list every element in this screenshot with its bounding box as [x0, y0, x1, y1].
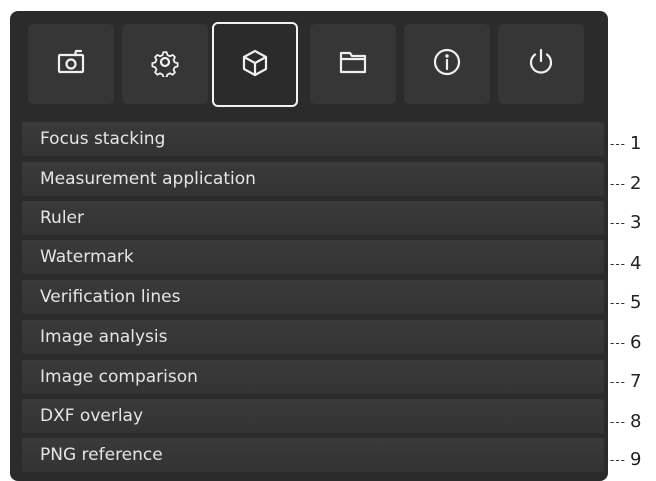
cube-icon: [240, 48, 270, 82]
menu-item-dxf-overlay[interactable]: DXF overlay: [22, 399, 604, 433]
menu-item-watermark[interactable]: Watermark: [22, 240, 604, 274]
callout-5: --- 5: [610, 292, 642, 313]
menu-item-image-comparison[interactable]: Image comparison: [22, 360, 604, 394]
callout-6: --- 6: [610, 332, 642, 353]
folder-icon: [338, 47, 368, 81]
callout-9: --- 9: [610, 449, 642, 470]
files-button[interactable]: [310, 24, 396, 104]
menu-item-verification-lines[interactable]: Verification lines: [22, 280, 604, 314]
settings-button[interactable]: [122, 24, 208, 104]
info-icon: [432, 47, 462, 81]
tools-button[interactable]: [212, 22, 298, 107]
menu-item-measurement-application[interactable]: Measurement application: [22, 162, 604, 196]
camera-icon: [56, 47, 86, 81]
power-icon: [526, 47, 556, 81]
callout-3: --- 3: [610, 212, 642, 233]
callout-7: --- 7: [610, 371, 642, 392]
callout-1: --- 1: [610, 133, 642, 154]
menu-item-image-analysis[interactable]: Image analysis: [22, 320, 604, 354]
menu-item-focus-stacking[interactable]: Focus stacking: [22, 122, 604, 156]
callout-4: --- 4: [610, 253, 642, 274]
gear-icon: [150, 47, 180, 81]
info-button[interactable]: [404, 24, 490, 104]
callout-8: --- 8: [610, 411, 642, 432]
camera-button[interactable]: [28, 24, 114, 104]
menu-item-ruler[interactable]: Ruler: [22, 201, 604, 235]
menu-item-png-reference[interactable]: PNG reference: [22, 438, 604, 472]
power-button[interactable]: [498, 24, 584, 104]
callout-2: --- 2: [610, 173, 642, 194]
